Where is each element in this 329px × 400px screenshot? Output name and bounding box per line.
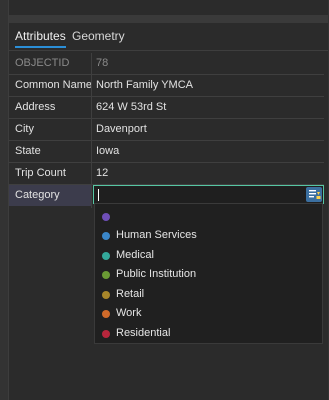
color-swatch [102,330,110,338]
color-swatch [102,252,110,260]
attribute-row-state[interactable]: State Iowa [9,141,324,163]
option-label: Public Institution [116,268,197,280]
color-swatch [102,213,110,221]
tab-attributes[interactable]: Attributes [15,29,66,48]
attribute-row-city[interactable]: City Davenport [9,119,324,141]
option-label: Medical [116,249,154,261]
color-swatch [102,271,110,279]
tab-strip: Attributes Geometry [9,28,328,48]
dropdown-option-medical[interactable]: Medical [95,246,322,265]
field-label: Address [15,101,56,113]
active-tab-indicator [15,46,66,48]
attribute-row-address[interactable]: Address 624 W 53rd St [9,97,324,119]
field-value[interactable]: Davenport [96,123,147,135]
dropdown-option-blank[interactable] [95,207,322,226]
category-input[interactable] [93,185,324,204]
dropdown-option-public-institution[interactable]: Public Institution [95,265,322,284]
text-caret [98,189,99,201]
column-divider [91,53,92,208]
tab-divider [9,50,328,51]
option-label: Residential [116,327,171,339]
field-label: Common Name [15,79,93,91]
field-label: City [15,123,34,135]
dropdown-option-human-services[interactable]: Human Services [95,226,322,245]
field-value[interactable]: Iowa [96,145,119,157]
field-value[interactable]: North Family YMCA [96,79,193,91]
tab-attributes-label: Attributes [15,29,66,43]
pick-list-button[interactable] [306,187,322,202]
color-swatch [102,310,110,318]
field-label: Category [15,189,60,201]
pane-header-separator [9,15,328,23]
tab-geometry-label: Geometry [72,29,125,43]
category-dropdown: Human Services Medical Public Institutio… [94,203,323,344]
tab-geometry[interactable]: Geometry [72,29,125,43]
list-edit-icon [309,190,321,199]
field-label: Trip Count [15,167,66,179]
field-label: OBJECTID [15,57,70,69]
color-swatch [102,291,110,299]
field-value[interactable]: 624 W 53rd St [96,101,166,113]
field-label: State [15,145,41,157]
attribute-row-objectid: OBJECTID 78 [9,53,324,75]
pane-footer [9,392,328,400]
option-label: Human Services [116,229,197,241]
field-value: 78 [96,57,109,69]
pane-header [9,0,328,15]
option-label: Work [116,307,142,319]
attribute-row-common-name[interactable]: Common Name North Family YMCA [9,75,324,97]
attribute-row-trip-count[interactable]: Trip Count 12 [9,163,324,185]
field-value[interactable]: 12 [96,167,108,179]
dropdown-option-residential[interactable]: Residential [95,324,322,343]
dropdown-option-retail[interactable]: Retail [95,285,322,304]
option-label: Retail [116,288,145,300]
dropdown-option-work[interactable]: Work [95,304,322,323]
attribute-pane: Attributes Geometry OBJECTID 78 Common N… [8,0,328,400]
color-swatch [102,232,110,240]
